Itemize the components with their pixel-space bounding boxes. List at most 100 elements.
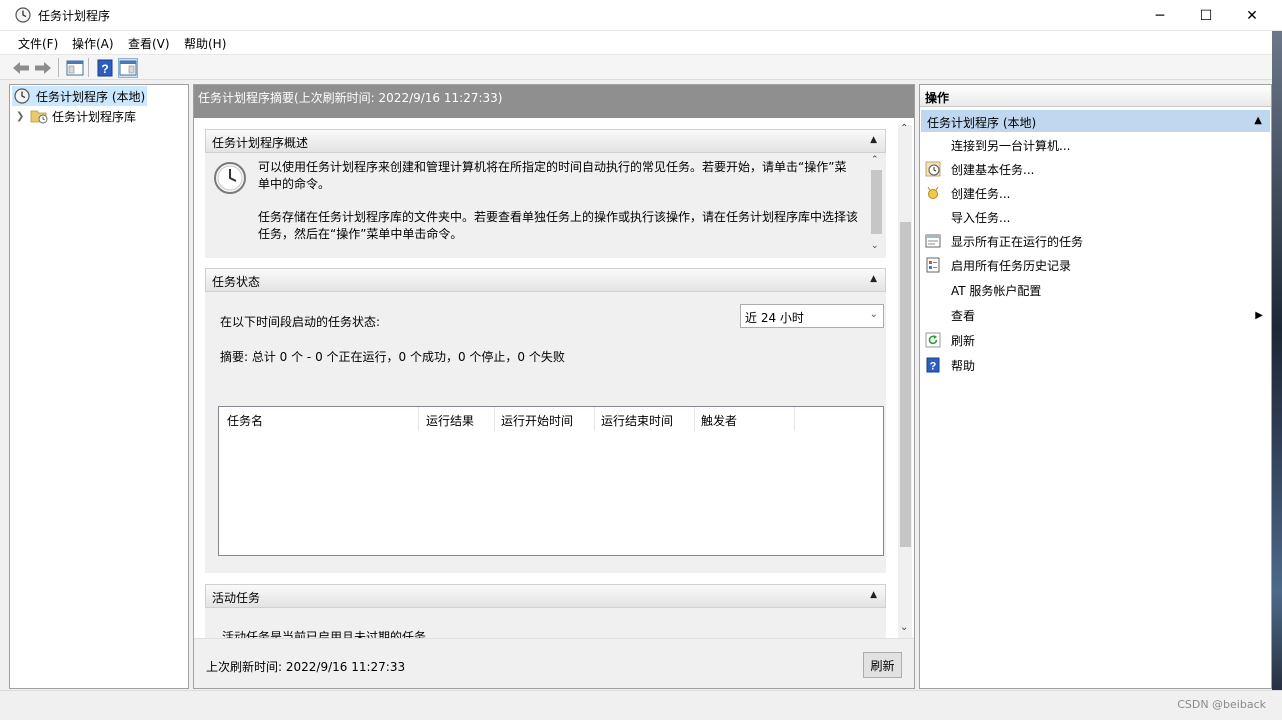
refresh-icon: [925, 332, 941, 348]
actions-group-header[interactable]: 任务计划程序 (本地) ▲: [921, 110, 1270, 132]
menu-file[interactable]: 文件(F): [18, 35, 58, 52]
overview-paragraph-1: 可以使用任务计划程序来创建和管理计算机将在所指定的时间自动执行的常见任务。若要开…: [258, 160, 847, 191]
scroll-up-icon[interactable]: ⌃: [900, 123, 908, 134]
summary-footer: 上次刷新时间: 2022/9/16 11:27:33 刷新: [194, 638, 914, 688]
task-scheduler-clock-icon: [15, 7, 31, 23]
action-create-task[interactable]: 创建任务...: [920, 181, 1271, 205]
toolbar-separator: [88, 58, 89, 77]
back-arrow-icon[interactable]: [11, 58, 31, 78]
help-icon: ?: [925, 357, 941, 373]
clock-icon: [213, 161, 247, 195]
action-label: 显示所有正在运行的任务: [951, 234, 1084, 249]
action-display-running-tasks[interactable]: 显示所有正在运行的任务: [920, 229, 1271, 253]
overview-paragraph-2: 任务存储在任务计划程序库的文件夹中。若要查看单独任务上的操作或执行该操作，请在任…: [258, 210, 859, 241]
collapse-caret-icon[interactable]: ▲: [870, 274, 877, 284]
tree-item-task-library[interactable]: ❯ 任务计划程序库: [16, 106, 136, 126]
scroll-up-icon[interactable]: ⌃: [871, 155, 879, 165]
overview-scroll-thumb[interactable]: [871, 170, 882, 234]
menu-help[interactable]: 帮助(H): [184, 35, 226, 52]
last-refresh-text: 上次刷新时间: 2022/9/16 11:27:33: [206, 660, 406, 674]
menu-action[interactable]: 操作(A): [72, 35, 114, 52]
maximize-button[interactable]: ☐: [1183, 0, 1229, 31]
collapse-triangle-icon[interactable]: ▲: [1254, 115, 1262, 126]
status-range-select[interactable]: 近 24 小时 ⌄: [740, 304, 884, 328]
menu-bar: 文件(F) 操作(A) 查看(V) 帮助(H): [0, 31, 1282, 55]
close-button[interactable]: ✕: [1229, 0, 1275, 31]
task-status-body: 在以下时间段启动的任务状态: 近 24 小时 ⌄ 摘要: 总计 0 个 - 0 …: [205, 292, 886, 573]
new-task-icon: [925, 185, 941, 201]
show-hide-action-pane-icon[interactable]: [118, 58, 138, 78]
history-icon: [925, 257, 941, 273]
summary-pane: 任务计划程序摘要(上次刷新时间: 2022/9/16 11:27:33) 任务计…: [193, 84, 915, 689]
action-create-basic-task[interactable]: 创建基本任务...: [920, 157, 1271, 181]
overview-scrollbar[interactable]: ⌃ ⌄: [870, 153, 884, 258]
action-connect-computer[interactable]: 连接到另一台计算机...: [920, 133, 1271, 157]
task-status-table[interactable]: 任务名 运行结果 运行开始时间 运行结束时间 触发者: [218, 406, 884, 556]
column-header-run-start[interactable]: 运行开始时间: [495, 407, 595, 431]
column-header-run-result[interactable]: 运行结果: [419, 407, 495, 431]
action-enable-history[interactable]: 启用所有任务历史记录: [920, 253, 1271, 277]
collapse-caret-icon[interactable]: ▲: [870, 135, 877, 145]
submenu-arrow-icon: ▶: [1255, 309, 1263, 321]
show-hide-console-tree-icon[interactable]: [65, 58, 85, 78]
toolbar: ?: [0, 55, 1282, 80]
minimize-button[interactable]: ─: [1137, 0, 1183, 31]
summary-content[interactable]: 任务计划程序概述 ▲ 可以使用任务计划程序来创建和管理计算机将在所指定的时间自动…: [194, 118, 914, 638]
action-label: AT 服务帐户配置: [951, 283, 1042, 298]
action-refresh[interactable]: 刷新: [920, 328, 1271, 352]
status-range-label: 在以下时间段启动的任务状态:: [220, 315, 381, 329]
collapse-caret-icon[interactable]: ▲: [870, 590, 877, 600]
status-summary: 摘要: 总计 0 个 - 0 个正在运行，0 个成功，0 个停止，0 个失败: [220, 350, 565, 364]
menu-view[interactable]: 查看(V): [128, 35, 170, 52]
toolbar-separator: [58, 58, 59, 77]
svg-text:?: ?: [101, 62, 108, 76]
action-label: 启用所有任务历史记录: [951, 258, 1072, 273]
refresh-button[interactable]: 刷新: [863, 652, 902, 678]
actions-group-label: 任务计划程序 (本地): [927, 116, 1037, 130]
summary-scroll-thumb[interactable]: [900, 222, 911, 547]
tree-item-label: 任务计划程序库: [52, 109, 137, 124]
action-label: 刷新: [951, 333, 976, 348]
section-header-task-status[interactable]: 任务状态 ▲: [205, 268, 886, 292]
column-header-task-name[interactable]: 任务名: [219, 407, 419, 431]
section-header-active-tasks[interactable]: 活动任务 ▲: [205, 584, 886, 608]
title-bar[interactable]: 任务计划程序 ─ ☐ ✕: [0, 0, 1282, 31]
action-label: 创建基本任务...: [951, 162, 1035, 177]
folder-clock-icon: [30, 108, 48, 124]
status-range-value: 近 24 小时: [745, 311, 804, 325]
action-import-task[interactable]: 导入任务...: [920, 205, 1271, 229]
scroll-down-icon[interactable]: ⌄: [900, 622, 908, 633]
action-view[interactable]: 查看 ▶: [920, 303, 1271, 327]
active-tasks-description: 活动任务是当前已启用且未过期的任务。: [222, 630, 439, 638]
window-title: 任务计划程序: [38, 9, 111, 23]
action-at-service-account[interactable]: AT 服务帐户配置: [920, 278, 1271, 302]
section-header-overview[interactable]: 任务计划程序概述 ▲: [205, 129, 886, 153]
action-label: 帮助: [951, 358, 976, 373]
clock-icon: [14, 88, 30, 104]
chevron-down-icon: ⌄: [869, 309, 878, 320]
column-header-run-end[interactable]: 运行结束时间: [595, 407, 695, 431]
active-tasks-body: 活动任务是当前已启用且未过期的任务。: [205, 608, 886, 638]
tree-item-task-scheduler-local[interactable]: 任务计划程序 (本地): [12, 86, 147, 106]
action-help[interactable]: ? 帮助: [920, 353, 1271, 377]
help-icon[interactable]: ?: [95, 58, 115, 78]
forward-arrow-icon[interactable]: [33, 58, 53, 78]
actions-title: 操作: [920, 85, 1271, 107]
section-title: 活动任务: [212, 591, 261, 605]
clock-icon: [925, 161, 941, 177]
tree-item-label: 任务计划程序 (本地): [36, 89, 146, 104]
column-header-triggered-by[interactable]: 触发者: [695, 407, 795, 431]
section-title: 任务计划程序概述: [212, 136, 309, 150]
expand-chevron-icon[interactable]: ❯: [16, 111, 28, 122]
section-title: 任务状态: [212, 275, 261, 289]
action-label: 查看: [951, 308, 976, 323]
action-label: 连接到另一台计算机...: [951, 138, 1071, 153]
desktop-background-strip: [1272, 31, 1282, 691]
svg-text:?: ?: [930, 361, 937, 373]
action-label: 创建任务...: [951, 186, 1011, 201]
status-bar: [0, 690, 1282, 720]
table-header-row: 任务名 运行结果 运行开始时间 运行结束时间 触发者: [219, 407, 795, 431]
watermark-text: CSDN @beiback: [1177, 698, 1266, 711]
scroll-down-icon[interactable]: ⌄: [871, 241, 879, 251]
summary-header: 任务计划程序摘要(上次刷新时间: 2022/9/16 11:27:33): [194, 85, 914, 118]
